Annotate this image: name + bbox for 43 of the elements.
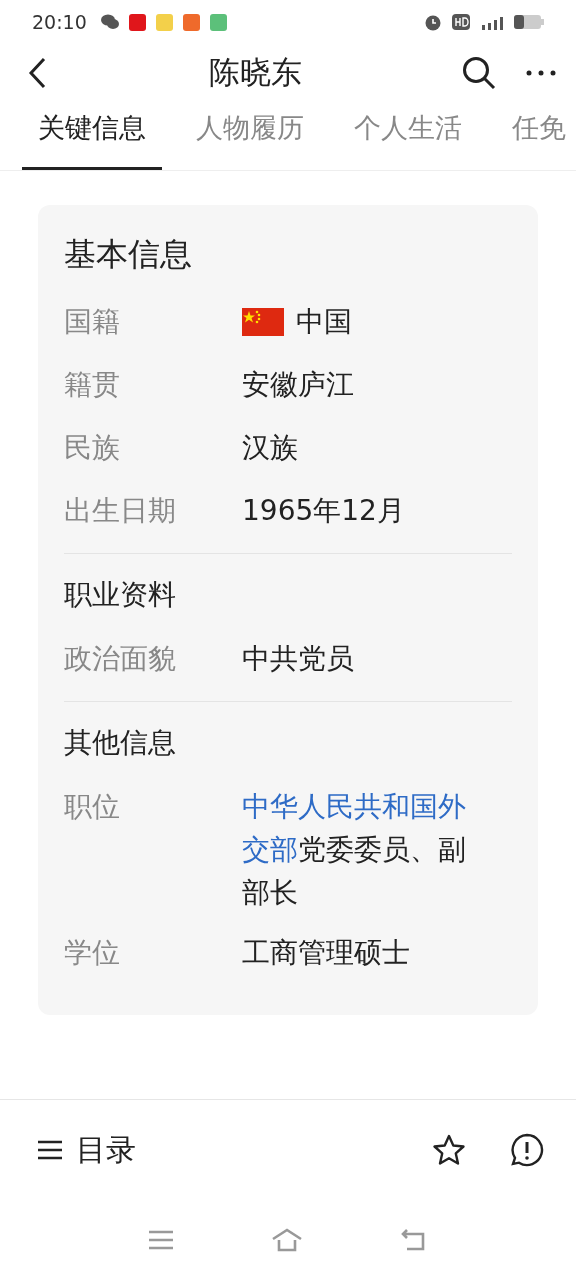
field-value: 中华人民共和国外 交部党委委员、副部长 [242, 789, 467, 911]
field-value: 安徽庐江 [242, 367, 354, 403]
value-link[interactable]: 交部 [242, 833, 298, 866]
search-icon[interactable] [462, 56, 496, 90]
page-title: 陈晓东 [207, 53, 303, 92]
tab[interactable]: 人物履历 [180, 102, 320, 170]
card-title: 基本信息 [64, 234, 193, 275]
field-label: 学位 [64, 935, 121, 971]
home-icon[interactable] [271, 1228, 303, 1252]
field-label: 出生日期 [64, 493, 177, 529]
report-icon[interactable] [510, 1133, 544, 1167]
app-icon [209, 13, 227, 31]
value-link[interactable]: 中华人民共和国外 [242, 790, 466, 823]
field-label: 籍贯 [64, 367, 121, 403]
field-label: 国籍 [64, 304, 121, 340]
field-label: 民族 [64, 430, 121, 466]
field-label: 职位 [64, 789, 121, 825]
hd-icon [452, 14, 470, 30]
toc-button[interactable]: 目录 [76, 1129, 136, 1171]
field-value: 工商管理硕士 [242, 935, 410, 971]
signal-icon [480, 14, 504, 30]
alarm-icon [424, 13, 442, 31]
star-icon[interactable] [432, 1134, 466, 1166]
field-value: 1965年12月 [242, 493, 405, 529]
status-time: 20:10 [32, 11, 87, 33]
tab[interactable]: 关键信息 [22, 102, 162, 170]
section-heading: 职业资料 [64, 577, 177, 613]
chat-icon [100, 14, 119, 30]
flag-icon [242, 308, 284, 336]
app-icon [182, 13, 200, 31]
app-icon [128, 13, 146, 31]
battery-icon [514, 15, 544, 29]
tab[interactable]: 任免 [496, 102, 576, 170]
field-label: 政治面貌 [64, 641, 177, 677]
field-value: 中国 [296, 304, 352, 340]
app-icon [155, 13, 173, 31]
menu-icon[interactable] [38, 1140, 62, 1160]
more-icon[interactable] [526, 70, 556, 76]
section-heading: 其他信息 [64, 725, 177, 761]
field-value: 汉族 [242, 430, 298, 466]
back-icon[interactable] [28, 57, 48, 89]
field-value: 中共党员 [242, 641, 354, 677]
tab[interactable]: 个人生活 [338, 102, 478, 170]
